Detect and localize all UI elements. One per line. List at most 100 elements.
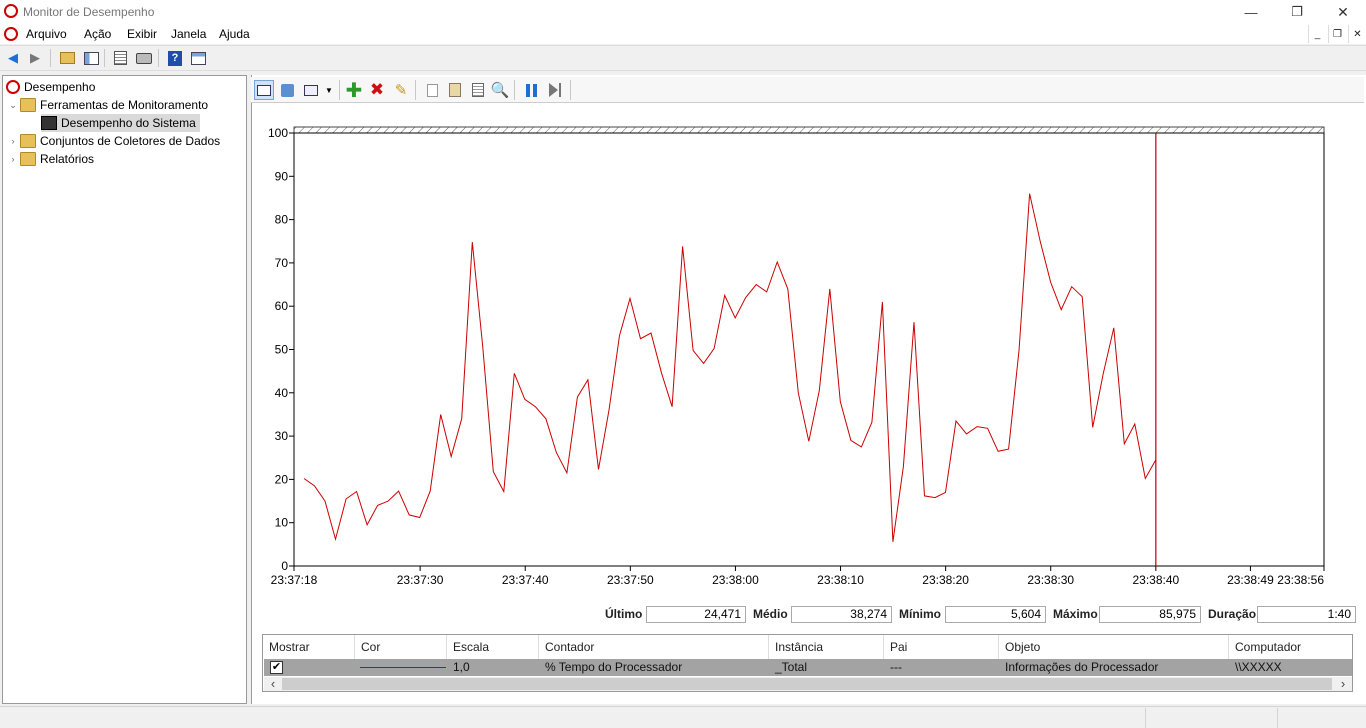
- forward-icon[interactable]: ▶: [26, 50, 44, 66]
- stat-max-value: 85,975: [1099, 606, 1201, 623]
- chart-toolbar: [251, 77, 1364, 103]
- close-button[interactable]: ✕: [1320, 0, 1366, 24]
- status-divider: [1277, 708, 1278, 728]
- x-tick-label: 23:37:50: [607, 573, 654, 587]
- tree-item-label: Ferramentas de Monitoramento: [40, 98, 209, 112]
- view-current-activity-icon[interactable]: [254, 80, 274, 100]
- chevron-right-icon[interactable]: ›: [6, 136, 20, 146]
- chevron-down-icon[interactable]: ⌄: [6, 100, 20, 111]
- x-tick-label: 23:37:18: [271, 573, 318, 587]
- print-icon[interactable]: [135, 50, 153, 66]
- tree-item-ferramentas[interactable]: ⌄ Ferramentas de Monitoramento: [6, 96, 208, 114]
- column-header-scale[interactable]: Escala: [447, 635, 539, 659]
- x-tick-label: 23:38:49: [1227, 573, 1274, 587]
- y-tick-label: 30: [275, 429, 289, 443]
- restore-button[interactable]: ❐: [1274, 0, 1320, 24]
- chart-scale-band: [293, 126, 1325, 134]
- graph-type-dropdown-icon[interactable]: ▼: [319, 80, 339, 100]
- back-icon[interactable]: ◀: [4, 50, 22, 66]
- monitor-chart-icon: [41, 116, 57, 130]
- toolbar-separator: [514, 80, 515, 100]
- show-checkbox[interactable]: ✔: [270, 661, 283, 674]
- y-tick-label: 20: [275, 472, 289, 486]
- menu-exibir[interactable]: Exibir: [127, 27, 157, 41]
- row-scale: 1,0: [453, 660, 470, 674]
- app-icon: [4, 4, 18, 18]
- tree-item-conjuntos[interactable]: › Conjuntos de Coletores de Dados: [6, 132, 220, 150]
- column-header-counter[interactable]: Contador: [539, 635, 769, 659]
- view-log-data-icon[interactable]: [277, 80, 297, 100]
- column-header-color[interactable]: Cor: [355, 635, 447, 659]
- series-color-swatch: [360, 667, 446, 668]
- view-icon[interactable]: [189, 50, 207, 66]
- menu-app-icon[interactable]: [4, 27, 18, 41]
- column-header-object[interactable]: Objeto: [999, 635, 1229, 659]
- stat-min-value: 5,604: [945, 606, 1046, 623]
- navigation-tree: Desempenho ⌄ Ferramentas de Monitorament…: [2, 75, 247, 704]
- plot-area: [293, 132, 1325, 567]
- mdi-minimize-button[interactable]: _: [1308, 25, 1326, 43]
- tree-item-desempenho[interactable]: Desempenho: [6, 78, 95, 96]
- properties-icon[interactable]: [468, 80, 488, 100]
- properties-icon[interactable]: [111, 50, 129, 66]
- horizontal-scrollbar[interactable]: ‹ ›: [264, 677, 1352, 691]
- chevron-right-icon[interactable]: ›: [6, 154, 20, 164]
- y-tick-label: 80: [275, 213, 289, 227]
- x-tick-label: 23:38:20: [922, 573, 969, 587]
- show-hide-tree-icon[interactable]: [82, 50, 100, 66]
- report-folder-icon: [20, 152, 36, 166]
- scroll-left-button[interactable]: ‹: [266, 677, 280, 691]
- highlight-icon[interactable]: ✎: [391, 80, 411, 100]
- row-counter: % Tempo do Processador: [545, 660, 683, 674]
- menu-arquivo[interactable]: Arquivo: [26, 27, 67, 41]
- menu-janela[interactable]: Janela: [171, 27, 206, 41]
- mdi-close-button[interactable]: ✕: [1348, 25, 1366, 43]
- tree-item-relatorios[interactable]: › Relatórios: [6, 150, 94, 168]
- y-tick-label: 60: [275, 299, 289, 313]
- y-axis: 0 10 20 30 40 50 60 70 80 90 100: [268, 126, 294, 573]
- performance-icon: [6, 80, 20, 94]
- y-tick-label: 10: [275, 516, 289, 530]
- menu-ajuda[interactable]: Ajuda: [219, 27, 250, 41]
- folder-icon: [20, 134, 36, 148]
- change-graph-type-icon[interactable]: [301, 80, 321, 100]
- row-computer: \\XXXXX: [1235, 660, 1282, 674]
- y-tick-label: 100: [268, 126, 288, 140]
- stat-last-label: Último: [605, 607, 643, 621]
- x-tick-label: 23:38:56: [1277, 573, 1324, 587]
- scrollbar-thumb[interactable]: [282, 678, 1332, 690]
- delete-counter-icon[interactable]: ✖: [367, 80, 387, 100]
- stat-max-label: Máximo: [1053, 607, 1098, 621]
- menu-acao[interactable]: Ação: [84, 27, 111, 41]
- column-header-instance[interactable]: Instância: [769, 635, 884, 659]
- performance-chart[interactable]: 0102030405060708090100 23:37:18 23:37:30 2…: [251, 104, 1364, 600]
- window-title: Monitor de Desempenho: [23, 5, 155, 19]
- up-folder-icon[interactable]: [58, 50, 76, 66]
- zoom-icon[interactable]: 🔍: [490, 80, 510, 100]
- column-header-show[interactable]: Mostrar: [263, 635, 355, 659]
- column-header-parent[interactable]: Pai: [884, 635, 999, 659]
- freeze-display-icon[interactable]: [521, 80, 541, 100]
- row-object: Informações do Processador: [1005, 660, 1159, 674]
- row-instance: _Total: [775, 660, 808, 674]
- column-header-computer[interactable]: Computador: [1229, 635, 1353, 659]
- toolbar-separator: [104, 49, 105, 67]
- tree-item-desempenho-sistema[interactable]: Desempenho do Sistema: [41, 114, 200, 132]
- x-tick-label: 23:38:40: [1132, 573, 1179, 587]
- copy-properties-icon[interactable]: [422, 80, 442, 100]
- y-tick-label: 70: [275, 256, 289, 270]
- x-tick-label: 23:38:30: [1027, 573, 1074, 587]
- add-counter-icon[interactable]: ✚: [344, 80, 364, 102]
- help-icon[interactable]: ?: [166, 50, 184, 66]
- paste-counter-list-icon[interactable]: [445, 80, 465, 100]
- mdi-restore-button[interactable]: ❐: [1328, 25, 1346, 43]
- toolbar-separator: [339, 80, 340, 100]
- table-row[interactable]: ✔ 1,0 % Tempo do Processador _Total --- …: [264, 659, 1352, 676]
- scroll-right-button[interactable]: ›: [1336, 677, 1350, 691]
- minimize-button[interactable]: —: [1228, 0, 1274, 24]
- update-data-icon[interactable]: [545, 80, 565, 100]
- status-bar: [0, 706, 1366, 728]
- status-divider: [1145, 708, 1146, 728]
- toolbar-separator: [50, 49, 51, 67]
- x-tick-label: 23:37:40: [502, 573, 549, 587]
